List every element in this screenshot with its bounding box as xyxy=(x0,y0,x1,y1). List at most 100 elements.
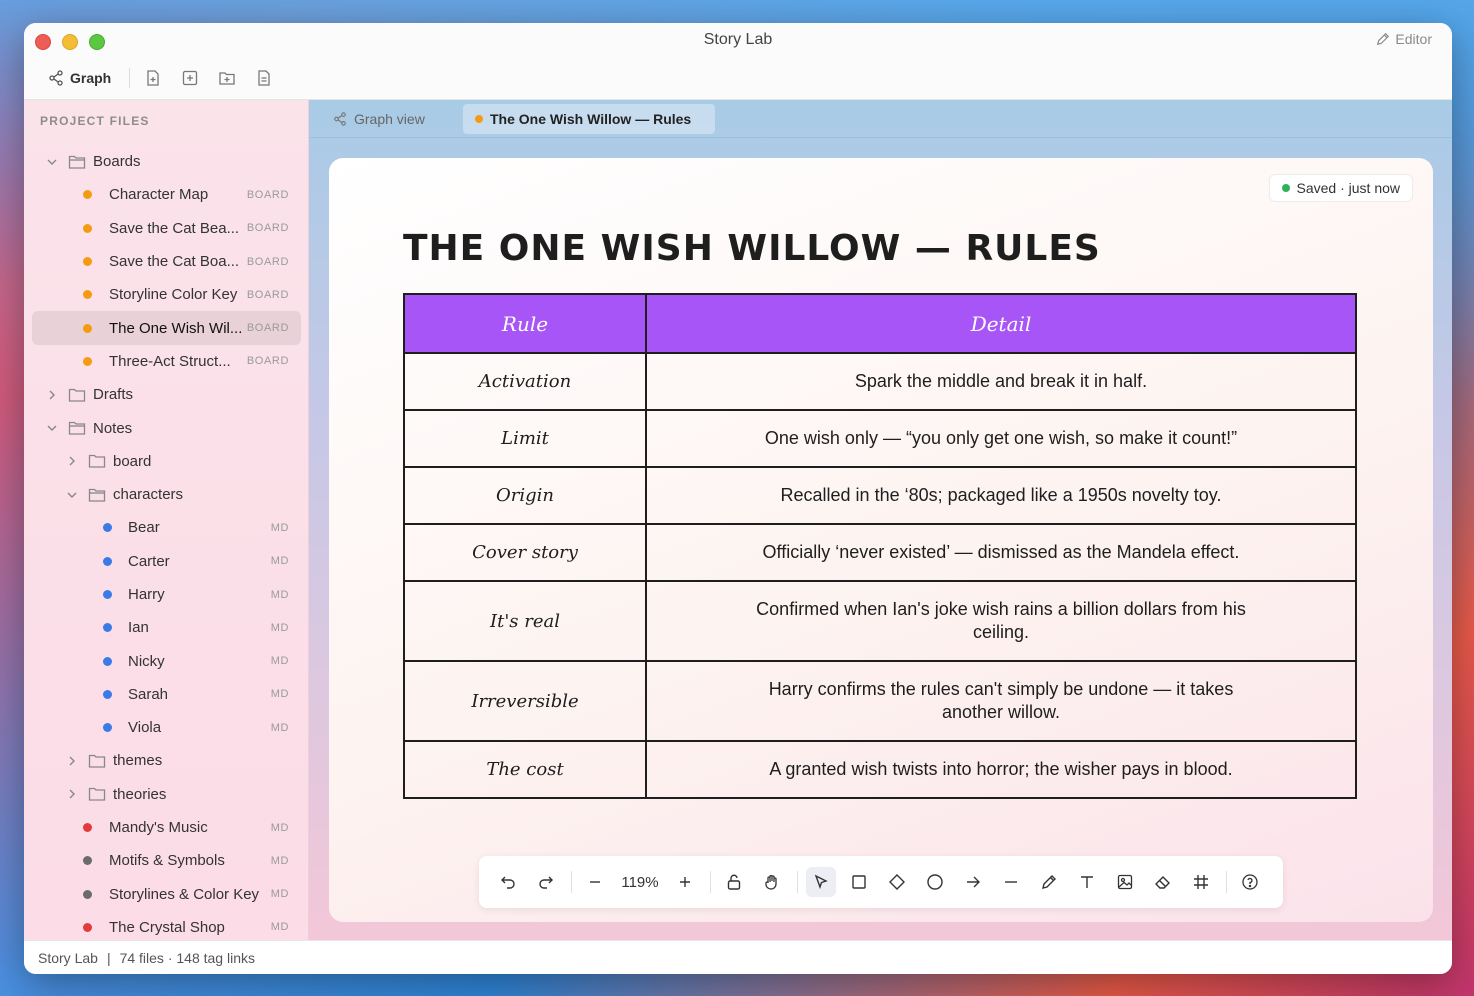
tab-one-wish-willow-rules[interactable]: The One Wish Willow — Rules xyxy=(463,104,715,134)
board-item[interactable]: Character Map BOARD xyxy=(24,178,309,211)
lock-button[interactable] xyxy=(719,867,749,897)
chevron-right-icon[interactable] xyxy=(66,455,78,467)
table-row: Origin Recalled in the ‘80s; packaged li… xyxy=(403,466,1357,525)
detail-cell[interactable]: One wish only — “you only get one wish, … xyxy=(645,409,1357,468)
detail-cell[interactable]: Recalled in the ‘80s; packaged like a 19… xyxy=(645,466,1357,525)
file-type-badge: MD xyxy=(270,921,289,934)
diamond-tool-button[interactable] xyxy=(882,867,912,897)
app-window: Story Lab Editor Graph PROJECT FILES Boa… xyxy=(24,23,1452,974)
diamond-icon xyxy=(889,874,905,890)
rule-cell[interactable]: Cover story xyxy=(403,523,647,582)
character-note-item[interactable]: Viola MD xyxy=(24,711,309,744)
character-note-item[interactable]: Carter MD xyxy=(24,545,309,578)
zoom-in-button[interactable] xyxy=(670,867,700,897)
note-item[interactable]: Storylines & Color Key MD xyxy=(24,878,309,911)
rule-cell[interactable]: Limit xyxy=(403,409,647,468)
detail-cell[interactable]: A granted wish twists into horror; the w… xyxy=(645,740,1357,799)
detail-cell[interactable]: Officially ‘never existed’ — dismissed a… xyxy=(645,523,1357,582)
select-tool-button[interactable] xyxy=(806,867,836,897)
undo-button[interactable] xyxy=(493,867,523,897)
file-label: Storylines & Color Key xyxy=(109,885,260,903)
pencil-tool-button[interactable] xyxy=(1034,867,1064,897)
folder-themes[interactable]: themes xyxy=(24,744,309,777)
folder-board[interactable]: board xyxy=(24,445,309,478)
detail-cell[interactable]: Confirmed when Ian's joke wish rains a b… xyxy=(645,580,1357,662)
board-dot-icon xyxy=(83,257,92,267)
folder-characters[interactable]: characters xyxy=(24,478,309,511)
rule-cell[interactable]: Origin xyxy=(403,466,647,525)
rule-cell[interactable]: Irreversible xyxy=(403,660,647,742)
detail-cell[interactable]: Spark the middle and break it in half. xyxy=(645,352,1357,411)
chevron-down-icon[interactable] xyxy=(66,489,78,501)
rule-cell[interactable]: The cost xyxy=(403,740,647,799)
character-note-item[interactable]: Sarah MD xyxy=(24,678,309,711)
text-tool-button[interactable] xyxy=(1072,867,1102,897)
file-type-badge: MD xyxy=(270,621,289,634)
image-tool-button[interactable] xyxy=(1110,867,1140,897)
board-item[interactable]: Save the Cat Bea... BOARD xyxy=(24,212,309,245)
ellipse-tool-button[interactable] xyxy=(920,867,950,897)
chevron-right-icon[interactable] xyxy=(46,389,58,401)
line-tool-button[interactable] xyxy=(996,867,1026,897)
table-row: Irreversible Harry confirms the rules ca… xyxy=(403,660,1357,742)
rules-table[interactable]: Rule Detail Activation Spark the middle … xyxy=(403,293,1357,799)
graph-button[interactable]: Graph xyxy=(48,70,111,86)
folder-boards[interactable]: Boards xyxy=(24,145,309,178)
character-note-item[interactable]: Bear MD xyxy=(24,511,309,544)
eraser-tool-button[interactable] xyxy=(1148,867,1178,897)
new-file-icon[interactable] xyxy=(144,69,162,87)
main-area: Graph view The One Wish Willow — Rules S… xyxy=(309,100,1452,940)
file-label: The Crystal Shop xyxy=(109,918,225,936)
folder-label: themes xyxy=(113,752,163,770)
board-item[interactable]: Three-Act Struct... BOARD xyxy=(24,345,309,378)
character-note-item[interactable]: Harry MD xyxy=(24,578,309,611)
pencil-icon xyxy=(1042,875,1056,889)
redo-button[interactable] xyxy=(531,867,561,897)
chevron-right-icon[interactable] xyxy=(66,788,78,800)
arrow-tool-button[interactable] xyxy=(958,867,988,897)
redo-icon xyxy=(539,876,553,889)
graph-icon xyxy=(49,70,63,86)
detail-cell[interactable]: Harry confirms the rules can't simply be… xyxy=(645,660,1357,742)
help-button[interactable] xyxy=(1235,867,1265,897)
chevron-down-icon[interactable] xyxy=(46,156,58,168)
help-icon xyxy=(1242,874,1258,890)
tab-label: The One Wish Willow — Rules xyxy=(490,111,692,127)
status-app-name: Story Lab xyxy=(38,949,98,966)
board-dot-icon xyxy=(83,356,92,366)
zoom-level[interactable]: 119% xyxy=(618,874,662,891)
editor-button[interactable]: Editor xyxy=(1376,31,1432,47)
character-note-item[interactable]: Nicky MD xyxy=(24,644,309,677)
board-canvas[interactable]: Saved · just now THE ONE WISH WILLOW — R… xyxy=(329,158,1433,922)
folder-label: Notes xyxy=(93,419,133,437)
chevron-right-icon[interactable] xyxy=(66,755,78,767)
new-folder-icon[interactable] xyxy=(218,69,236,87)
tab-graph-view[interactable]: Graph view xyxy=(321,104,437,134)
board-item[interactable]: Save the Cat Boa... BOARD xyxy=(24,245,309,278)
rule-cell[interactable]: It's real xyxy=(403,580,647,662)
note-item[interactable]: Motifs & Symbols MD xyxy=(24,844,309,877)
folder-notes[interactable]: Notes xyxy=(24,411,309,444)
folder-icon xyxy=(88,788,106,801)
tab-bar: Graph view The One Wish Willow — Rules xyxy=(309,100,1452,138)
file-label: Save the Cat Bea... xyxy=(109,219,240,237)
file-type-badge: MD xyxy=(270,854,289,867)
board-item[interactable]: Storyline Color Key BOARD xyxy=(24,278,309,311)
note-item[interactable]: Mandy's Music MD xyxy=(24,811,309,844)
rectangle-tool-button[interactable] xyxy=(844,867,874,897)
chevron-down-icon[interactable] xyxy=(46,422,58,434)
board-title[interactable]: THE ONE WISH WILLOW — RULES xyxy=(403,228,1101,269)
table-row: It's real Confirmed when Ian's joke wish… xyxy=(403,580,1357,662)
board-item-selected[interactable]: The One Wish Wil... BOARD xyxy=(32,311,301,345)
frame-tool-button[interactable] xyxy=(1186,867,1216,897)
hand-tool-button[interactable] xyxy=(757,867,787,897)
file-label: Ian xyxy=(128,619,149,637)
character-note-item[interactable]: Ian MD xyxy=(24,611,309,644)
document-icon[interactable] xyxy=(255,69,273,87)
folder-theories[interactable]: theories xyxy=(24,778,309,811)
file-label: Carter xyxy=(128,552,170,570)
new-board-icon[interactable] xyxy=(181,69,199,87)
zoom-out-button[interactable] xyxy=(580,867,610,897)
rule-cell[interactable]: Activation xyxy=(403,352,647,411)
folder-drafts[interactable]: Drafts xyxy=(24,378,309,411)
